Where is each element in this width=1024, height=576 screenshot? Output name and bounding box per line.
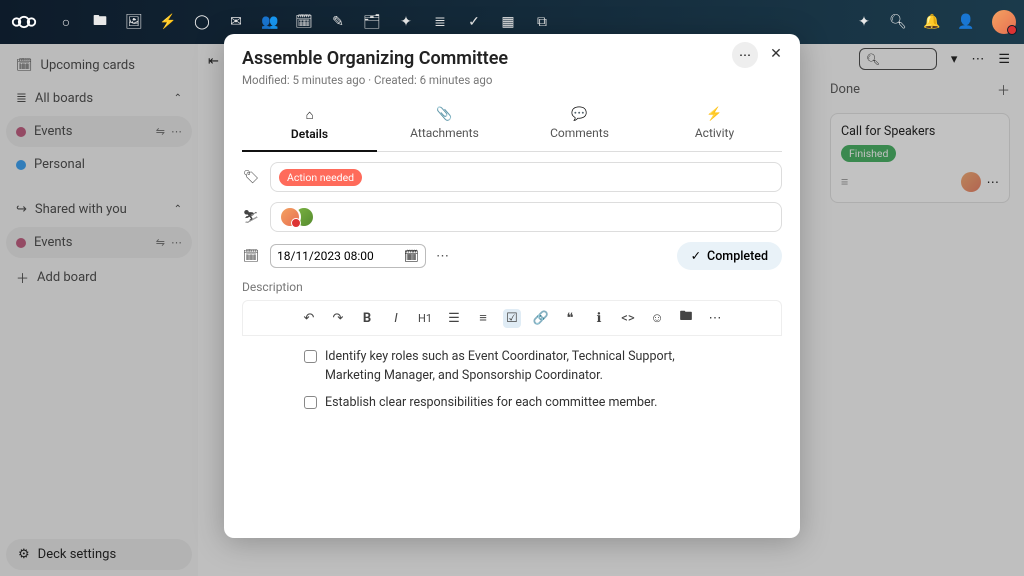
files-icon[interactable]: 🖿	[92, 14, 108, 30]
quote-icon[interactable]: ❝	[561, 311, 579, 326]
lightning-icon: ⚡	[647, 107, 782, 122]
home-icon: ⌂	[242, 107, 377, 123]
toolbar-more-icon[interactable]: ⋯	[706, 311, 724, 326]
editor-toolbar: ↶ ↷ B I H1 ☰ ≡ ☑ 🔗 ❝ ℹ <> ☺ 🖿 ⋯	[242, 300, 782, 336]
italic-icon[interactable]: I	[387, 311, 405, 326]
tab-attachments[interactable]: 📎 Attachments	[377, 99, 512, 151]
notifications-icon[interactable]: 🔔	[924, 14, 940, 30]
date-more-icon[interactable]: ⋯	[436, 249, 449, 264]
contacts-icon[interactable]: 👥	[262, 14, 278, 30]
assignee-avatar-1[interactable]	[279, 206, 301, 228]
paperclip-icon: 📎	[377, 107, 512, 122]
check-icon: ✓	[691, 248, 701, 264]
calendar-icon[interactable]: 🗓	[296, 14, 312, 30]
completed-label: Completed	[707, 249, 768, 264]
nextcloud-logo[interactable]	[8, 6, 40, 38]
completed-button[interactable]: ✓ Completed	[677, 242, 782, 270]
modal-title: Assemble Organizing Committee	[242, 48, 782, 69]
close-icon[interactable]: ✕	[766, 44, 786, 64]
checkbox[interactable]	[304, 396, 317, 409]
tab-label: Attachments	[410, 126, 479, 140]
tag-action-needed[interactable]: Action needed	[279, 169, 362, 186]
attach-icon[interactable]: 🖿	[677, 307, 695, 329]
tab-activity[interactable]: ⚡ Activity	[647, 99, 782, 151]
emoji-icon[interactable]: ☺	[648, 310, 666, 326]
mail-icon[interactable]: ✉	[228, 14, 244, 30]
checklist-item[interactable]: Identify key roles such as Event Coordin…	[304, 348, 732, 386]
due-date-input[interactable]: 18/11/2023 08:00 🗓	[270, 244, 426, 268]
link-editor-icon[interactable]: 🔗	[532, 311, 550, 326]
tab-label: Details	[291, 127, 328, 141]
description-label: Description	[242, 280, 782, 294]
assignee-icon: ⛷	[242, 210, 260, 225]
talk-icon[interactable]: ◯	[194, 14, 210, 30]
user-avatar[interactable]	[992, 10, 1016, 34]
search-icon[interactable]: 🔍︎	[890, 14, 906, 30]
contacts-menu-icon[interactable]: 👤	[958, 14, 974, 30]
ordered-list-icon[interactable]: ≡	[474, 310, 492, 326]
calendar-icon: 🗓	[242, 249, 260, 264]
bullet-list-icon[interactable]: ☰	[445, 311, 463, 326]
comment-icon: 💬	[512, 107, 647, 122]
redo-icon[interactable]: ↷	[329, 311, 347, 326]
info-icon[interactable]: ℹ	[590, 311, 608, 326]
bold-icon[interactable]: B	[358, 311, 376, 326]
tab-comments[interactable]: 💬 Comments	[512, 99, 647, 151]
tab-label: Activity	[695, 126, 734, 140]
assignees-field[interactable]	[270, 202, 782, 232]
date-value: 18/11/2023 08:00	[277, 249, 374, 263]
assistant-icon[interactable]: ✦	[856, 14, 872, 30]
tag-icon: 🏷	[242, 170, 260, 185]
bookmark-icon[interactable]: ✦	[398, 14, 414, 30]
dashboard-icon[interactable]: ○	[58, 14, 74, 30]
modal-subtitle: Modified: 5 minutes ago · Created: 6 min…	[242, 73, 782, 87]
code-icon[interactable]: <>	[619, 311, 637, 326]
lists-icon[interactable]: ≣	[432, 14, 448, 30]
tags-field[interactable]: Action needed	[270, 162, 782, 192]
checklist-item[interactable]: Establish clear responsibilities for eac…	[304, 394, 732, 413]
checkbox[interactable]	[304, 350, 317, 363]
checklist-text: Identify key roles such as Event Coordin…	[325, 348, 732, 386]
modal-more-button[interactable]: ⋯	[732, 42, 758, 68]
notes-icon[interactable]: ✎	[330, 14, 346, 30]
checklist-text: Establish clear responsibilities for eac…	[325, 394, 657, 413]
tasks-icon[interactable]: ✓	[466, 14, 482, 30]
card-modal: ⋯ ✕ Assemble Organizing Committee Modifi…	[224, 34, 800, 538]
undo-icon[interactable]: ↶	[300, 311, 318, 326]
link-icon[interactable]: ⧉	[534, 14, 550, 30]
activity-icon[interactable]: ⚡	[160, 14, 176, 30]
description-editor[interactable]: Identify key roles such as Event Coordin…	[242, 336, 782, 432]
checklist-icon[interactable]: ☑	[503, 309, 521, 328]
deck-icon[interactable]: 🗂	[364, 14, 380, 30]
photos-icon[interactable]: 🖼	[126, 14, 142, 30]
tab-details[interactable]: ⌂ Details	[242, 99, 377, 151]
date-picker-icon[interactable]: 🗓	[404, 249, 419, 263]
tab-label: Comments	[550, 126, 609, 140]
grid-icon[interactable]: ▦	[500, 14, 516, 30]
heading-icon[interactable]: H1	[416, 312, 434, 325]
